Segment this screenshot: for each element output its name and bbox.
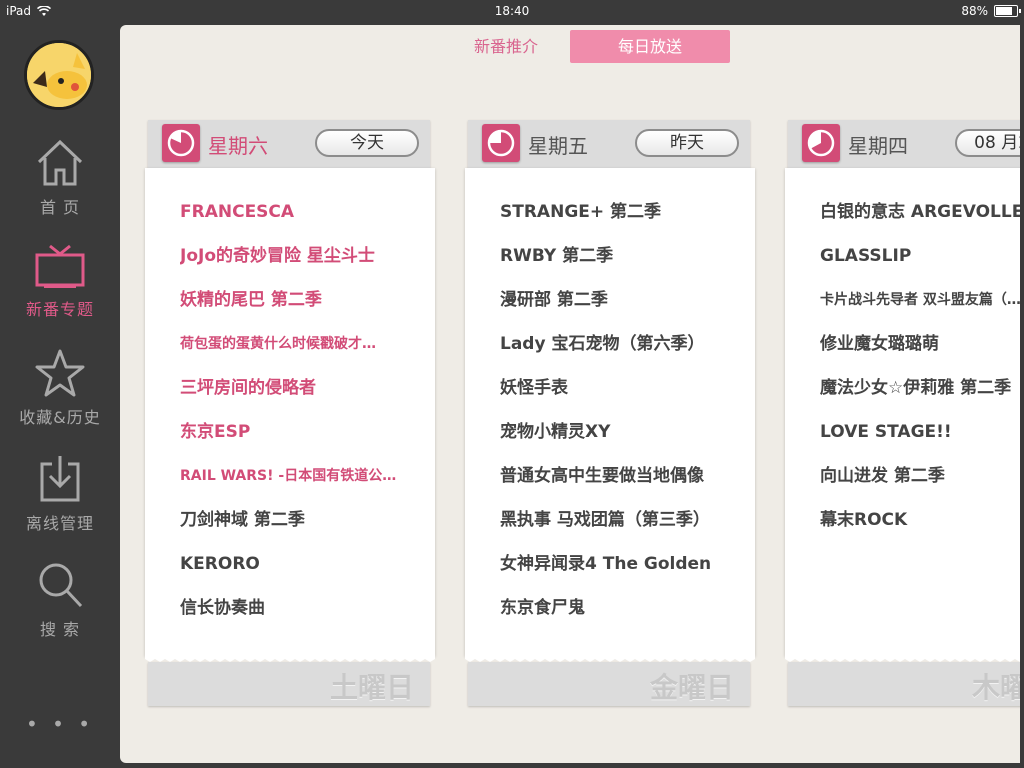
nav-favorites-history[interactable]: 收藏&历史 (0, 348, 120, 428)
day-name: 星期五 (528, 134, 588, 158)
day-name: 星期四 (848, 134, 908, 158)
day-badge-today: 今天 (315, 129, 419, 157)
show-item[interactable]: 黑执事 马戏团篇（第三季） (500, 498, 740, 542)
nav-new-anime[interactable]: 新番专题 (0, 244, 120, 320)
show-item[interactable]: 白银的意志 ARGEVOLLEN (820, 190, 1020, 234)
show-item[interactable]: JoJo的奇妙冒险 星尘斗士 (180, 234, 420, 278)
show-list: FRANCESCA JoJo的奇妙冒险 星尘斗士 妖精的尾巴 第二季 荷包蛋的蛋… (180, 190, 420, 630)
japanese-day-name: 木曜 (972, 671, 1020, 704)
sidebar: 首 页 新番专题 收藏&历史 离线管理 搜 索 • • • (0, 22, 120, 768)
show-item[interactable]: 刀剑神域 第二季 (180, 498, 420, 542)
day-badge-date: 08 月28 (955, 129, 1020, 157)
avatar[interactable] (24, 40, 94, 110)
day-card-footer: 土曜日 (148, 662, 430, 706)
japanese-day-name: 土曜日 (329, 671, 414, 704)
show-list-container: 白银的意志 ARGEVOLLEN GLASSLIP 卡片战斗先导者 双斗盟友篇（… (785, 168, 1020, 656)
nav-home-label: 首 页 (39, 198, 81, 217)
day-card-saturday: 星期六 今天 FRANCESCA JoJo的奇妙冒险 星尘斗士 妖精的尾巴 第二… (145, 120, 435, 710)
japanese-day-name: 金曜日 (649, 671, 734, 704)
search-icon (39, 563, 83, 608)
tab-daily-broadcast[interactable]: 每日放送 (570, 30, 730, 63)
show-item[interactable]: 妖精的尾巴 第二季 (180, 278, 420, 322)
show-item[interactable]: 幕末ROCK (820, 498, 1020, 542)
star-icon (35, 349, 85, 397)
show-item[interactable]: RWBY 第二季 (500, 234, 740, 278)
clock-time: 18:40 (494, 4, 530, 18)
show-item[interactable]: 女神异闻录4 The Golden (500, 542, 740, 586)
tv-icon (35, 244, 85, 288)
show-list: STRANGE+ 第二季 RWBY 第二季 漫研部 第二季 Lady 宝石宠物（… (500, 190, 740, 630)
show-item[interactable]: 魔法少女☆伊莉雅 第二季 (820, 366, 1020, 410)
pikachu-avatar-icon (27, 43, 91, 107)
nav-search-label: 搜 索 (39, 620, 81, 639)
show-item[interactable]: 东京食尸鬼 (500, 586, 740, 630)
day-name: 星期六 (208, 134, 268, 158)
nav-home[interactable]: 首 页 (0, 138, 120, 218)
show-item[interactable]: 妖怪手表 (500, 366, 740, 410)
nav-offline[interactable]: 离线管理 (0, 454, 120, 534)
show-item[interactable]: LOVE STAGE!! (820, 410, 1020, 454)
battery-percent: 88% (961, 4, 988, 18)
day-card-header: 星期五 昨天 (468, 120, 750, 168)
show-item[interactable]: 三坪房间的侵略者 (180, 366, 420, 410)
show-item[interactable]: KERORO (180, 542, 420, 586)
clock-icon (162, 124, 200, 162)
nav-favorites-history-label: 收藏&历史 (19, 408, 101, 427)
clock-icon (482, 124, 520, 162)
show-item[interactable]: GLASSLIP (820, 234, 1020, 278)
show-item[interactable]: 信长协奏曲 (180, 586, 420, 630)
show-item[interactable]: RAIL WARS! -日本国有铁道公… (180, 454, 420, 498)
show-item[interactable]: 向山进发 第二季 (820, 454, 1020, 498)
show-item[interactable]: 东京ESP (180, 410, 420, 454)
show-list: 白银的意志 ARGEVOLLEN GLASSLIP 卡片战斗先导者 双斗盟友篇（… (820, 190, 1020, 542)
show-item[interactable]: 宠物小精灵XY (500, 410, 740, 454)
battery-icon (994, 5, 1021, 17)
show-item[interactable]: 荷包蛋的蛋黄什么时候戳破才… (180, 322, 420, 366)
show-item[interactable]: 普通女高中生要做当地偶像 (500, 454, 740, 498)
tab-recommend[interactable]: 新番推介 (446, 30, 566, 63)
show-item[interactable]: 漫研部 第二季 (500, 278, 740, 322)
show-item[interactable]: STRANGE+ 第二季 (500, 190, 740, 234)
show-item[interactable]: 卡片战斗先导者 双斗盟友篇（… (820, 278, 1020, 322)
show-item[interactable]: FRANCESCA (180, 190, 420, 234)
more-button[interactable]: • • • (0, 712, 120, 736)
nav-new-anime-label: 新番专题 (25, 300, 94, 319)
show-item[interactable]: Lady 宝石宠物（第六季） (500, 322, 740, 366)
day-card-friday: 星期五 昨天 STRANGE+ 第二季 RWBY 第二季 漫研部 第二季 Lad… (465, 120, 755, 710)
show-list-container: STRANGE+ 第二季 RWBY 第二季 漫研部 第二季 Lady 宝石宠物（… (465, 168, 755, 656)
download-icon (40, 456, 80, 502)
nav-offline-label: 离线管理 (25, 514, 94, 533)
day-card-header: 星期四 08 月28 (788, 120, 1020, 168)
day-card-footer: 金曜日 (468, 662, 750, 706)
day-card-thursday: 星期四 08 月28 白银的意志 ARGEVOLLEN GLASSLIP 卡片战… (785, 120, 1020, 710)
nav-search[interactable]: 搜 索 (0, 560, 120, 640)
day-card-footer: 木曜 (788, 662, 1020, 706)
clock-icon (802, 124, 840, 162)
show-item[interactable]: 修业魔女璐璐萌 (820, 322, 1020, 366)
day-card-header: 星期六 今天 (148, 120, 430, 168)
home-icon (37, 139, 83, 186)
show-list-container: FRANCESCA JoJo的奇妙冒险 星尘斗士 妖精的尾巴 第二季 荷包蛋的蛋… (145, 168, 435, 656)
day-badge-yesterday: 昨天 (635, 129, 739, 157)
status-bar: iPad 18:40 88% (0, 0, 1024, 22)
main-panel: 新番推介 每日放送 星期六 今天 FRANCESCA JoJo的奇妙冒险 星尘斗… (120, 25, 1020, 763)
